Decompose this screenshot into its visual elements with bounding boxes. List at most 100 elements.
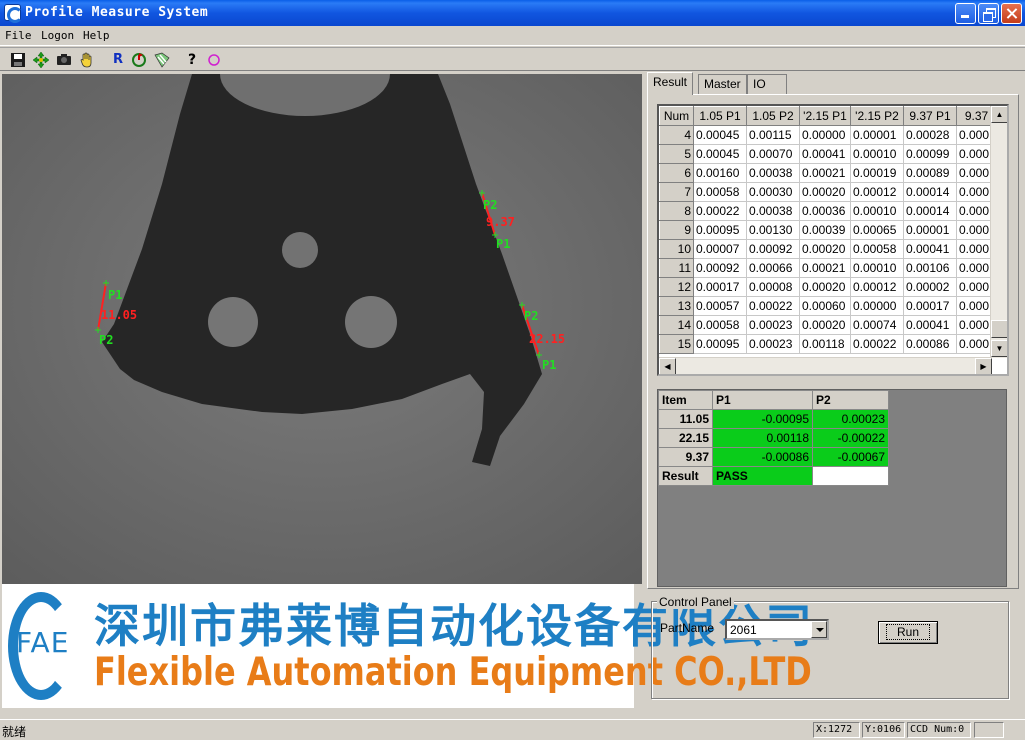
table-cell[interactable]: 0.00023 (746, 315, 800, 335)
table-cell[interactable]: 0.00014 (903, 201, 957, 221)
table-cell[interactable]: 0.00019 (850, 163, 904, 183)
table-cell[interactable]: 0.00038 (746, 163, 800, 183)
table-cell[interactable]: 0.00028 (903, 125, 957, 145)
table-cell[interactable]: 0.00066 (746, 258, 800, 278)
table-cell[interactable]: 0.00118 (799, 334, 851, 354)
table-cell[interactable]: 0.00012 (850, 182, 904, 202)
tab-result[interactable]: Result (647, 72, 694, 95)
table-cell[interactable]: 0.00020 (799, 277, 851, 297)
table-cell[interactable]: 0.00160 (693, 163, 747, 183)
table-cell[interactable]: 0.00057 (693, 296, 747, 316)
table-cell[interactable]: 0.00001 (850, 125, 904, 145)
scroll-right-arrow-icon[interactable]: ▶ (975, 358, 992, 374)
table-row[interactable]: 5 0.00045 0.00070 0.00041 0.00010 0.00099 0.00… (659, 144, 997, 164)
table-row[interactable]: 7 0.00058 0.00030 0.00020 0.00012 0.00014 0.00… (659, 182, 997, 202)
table-cell[interactable]: 0.00060 (799, 296, 851, 316)
table-cell[interactable]: 0.00041 (799, 144, 851, 164)
table-row[interactable]: 13 0.00057 0.00022 0.00060 0.00000 0.00017 0.0… (659, 296, 997, 316)
close-button[interactable] (1001, 3, 1022, 24)
table-row[interactable]: 14 0.00058 0.00023 0.00020 0.00074 0.00041 0.0… (659, 315, 997, 335)
table-cell[interactable]: 0.00017 (903, 296, 957, 316)
table-cell[interactable]: 0.00020 (799, 315, 851, 335)
table-cell[interactable]: 0.00099 (903, 144, 957, 164)
table-cell[interactable]: 0.00008 (746, 277, 800, 297)
layers-icon[interactable] (152, 50, 172, 70)
table-cell[interactable]: 0.00014 (903, 182, 957, 202)
table-cell[interactable]: 0.00007 (693, 239, 747, 259)
rotate-icon[interactable] (129, 50, 149, 70)
table-cell[interactable]: 0.00020 (799, 239, 851, 259)
table-cell[interactable]: 0.00023 (746, 334, 800, 354)
table-cell[interactable]: 0.00039 (799, 220, 851, 240)
table-row[interactable]: 9 0.00095 0.00130 0.00039 0.00065 0.00001 0.00… (659, 220, 997, 240)
table-cell[interactable]: 0.00001 (903, 220, 957, 240)
menu-help[interactable]: Help (83, 29, 110, 42)
vertical-scrollbar[interactable]: ▲ ▼ (990, 106, 1007, 358)
history-grid[interactable]: Num 1.05 P1 1.05 P2 '2.15 P1 '2.15 P2 9.… (657, 104, 1009, 376)
table-cell[interactable]: 0.00058 (693, 315, 747, 335)
table-cell[interactable]: 0.00017 (693, 277, 747, 297)
table-cell[interactable]: 0.00020 (799, 182, 851, 202)
restore-button[interactable] (978, 3, 999, 24)
minimize-button[interactable] (955, 3, 976, 24)
scroll-down-arrow-icon[interactable]: ▼ (991, 340, 1007, 357)
table-row[interactable]: 8 0.00022 0.00038 0.00036 0.00010 0.00014 0.00… (659, 201, 997, 221)
table-cell[interactable]: 0.00095 (693, 334, 747, 354)
column-header[interactable]: 1.05 P1 (693, 106, 747, 126)
table-cell[interactable]: 0.00022 (693, 201, 747, 221)
column-header[interactable]: '2.15 P2 (850, 106, 904, 126)
help-icon[interactable]: ? (182, 50, 202, 70)
chevron-down-icon[interactable] (811, 621, 827, 638)
table-cell[interactable]: 0.00010 (850, 144, 904, 164)
run-button[interactable]: Run (878, 621, 938, 644)
table-cell[interactable]: 0.00002 (903, 277, 957, 297)
table-row[interactable]: 10 0.00007 0.00092 0.00020 0.00058 0.00041 0.0… (659, 239, 997, 259)
table-row[interactable]: 12 0.00017 0.00008 0.00020 0.00012 0.00002 0.0… (659, 277, 997, 297)
table-cell[interactable]: 0.00036 (799, 201, 851, 221)
table-cell[interactable]: 0.00010 (850, 201, 904, 221)
move-icon[interactable] (31, 50, 51, 70)
table-cell[interactable]: 0.00092 (746, 239, 800, 259)
tab-master[interactable]: Master (698, 74, 747, 94)
table-cell[interactable]: 0.00058 (693, 182, 747, 202)
hand-icon[interactable] (77, 50, 97, 70)
table-cell[interactable]: 0.00095 (693, 220, 747, 240)
table-cell[interactable]: 0.00115 (746, 125, 800, 145)
table-row[interactable]: 15 0.00095 0.00023 0.00118 0.00022 0.00086 0.0… (659, 334, 997, 354)
table-cell[interactable]: 0.00038 (746, 201, 800, 221)
scroll-thumb[interactable] (991, 320, 1007, 338)
r-icon[interactable]: R (108, 50, 128, 70)
table-cell[interactable]: 0.00045 (693, 144, 747, 164)
table-cell[interactable]: 0.00022 (850, 334, 904, 354)
table-cell[interactable]: 0.00089 (903, 163, 957, 183)
menu-logon[interactable]: Logon (41, 29, 74, 42)
table-cell[interactable]: 0.00030 (746, 182, 800, 202)
scroll-up-arrow-icon[interactable]: ▲ (991, 106, 1007, 123)
table-row[interactable]: 6 0.00160 0.00038 0.00021 0.00019 0.00089 0.00… (659, 163, 997, 183)
table-cell[interactable]: 0.00000 (850, 296, 904, 316)
table-cell[interactable]: 0.00070 (746, 144, 800, 164)
table-row[interactable]: 11 0.00092 0.00066 0.00021 0.00010 0.00106 0.0… (659, 258, 997, 278)
table-cell[interactable]: 0.00012 (850, 277, 904, 297)
camera-icon[interactable] (54, 50, 74, 70)
table-cell[interactable]: 0.00045 (693, 125, 747, 145)
camera-viewport[interactable]: P2 9.37 P1 P1 11.05 P2 P2 22.15 P1 (2, 74, 642, 584)
table-cell[interactable]: 0.00106 (903, 258, 957, 278)
tab-io[interactable]: IO (747, 74, 787, 94)
table-cell[interactable]: 0.00041 (903, 239, 957, 259)
circle-icon[interactable] (204, 50, 224, 70)
save-icon[interactable] (8, 50, 28, 70)
table-cell[interactable]: 0.00086 (903, 334, 957, 354)
scroll-left-arrow-icon[interactable]: ◀ (659, 358, 676, 374)
table-cell[interactable]: 0.00074 (850, 315, 904, 335)
partname-combobox[interactable]: 2061 (725, 619, 829, 640)
table-cell[interactable]: 0.00021 (799, 258, 851, 278)
column-header[interactable]: Num (659, 106, 694, 126)
table-row[interactable]: 4 0.00045 0.00115 0.00000 0.00001 0.00028 0.00… (659, 125, 997, 145)
column-header[interactable]: 9.37 P1 (903, 106, 957, 126)
table-cell[interactable]: 0.00000 (799, 125, 851, 145)
table-cell[interactable]: 0.00010 (850, 258, 904, 278)
table-cell[interactable]: 0.00041 (903, 315, 957, 335)
table-cell[interactable]: 0.00092 (693, 258, 747, 278)
table-cell[interactable]: 0.00065 (850, 220, 904, 240)
